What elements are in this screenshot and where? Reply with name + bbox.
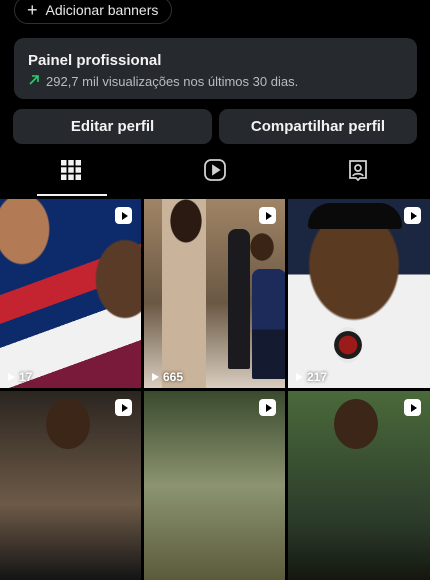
post-tile[interactable] <box>288 391 430 580</box>
views-count: 665 <box>152 370 183 384</box>
post-thumbnail <box>0 199 141 388</box>
play-icon <box>8 373 15 381</box>
grid-icon <box>60 159 82 186</box>
post-thumbnail <box>144 199 285 388</box>
play-icon <box>152 373 159 381</box>
tab-reels[interactable] <box>175 150 255 194</box>
active-tab-indicator <box>37 194 107 196</box>
reel-icon <box>404 399 421 416</box>
plus-icon: + <box>27 0 38 20</box>
reels-icon <box>203 158 227 187</box>
reel-icon <box>115 207 132 224</box>
professional-dashboard-title: Painel profissional <box>28 52 162 69</box>
views-summary-text: 292,7 mil visualizações nos últimos 30 d… <box>46 74 299 89</box>
add-banners-label: Adicionar banners <box>45 2 159 18</box>
post-thumbnail <box>0 391 141 580</box>
share-profile-button[interactable]: Compartilhar perfil <box>219 109 417 144</box>
post-tile[interactable]: 217 <box>288 199 430 388</box>
trending-up-icon <box>28 74 40 89</box>
reel-icon <box>259 399 276 416</box>
views-count: 17 <box>8 370 32 384</box>
views-count: 217 <box>296 370 327 384</box>
post-tile[interactable] <box>144 391 285 580</box>
add-banners-button[interactable]: + Adicionar banners <box>14 0 172 24</box>
profile-tabs <box>0 150 430 196</box>
post-tile[interactable]: 17 <box>0 199 141 388</box>
post-thumbnail <box>144 391 285 580</box>
tab-grid[interactable] <box>31 150 111 194</box>
reel-icon <box>404 207 421 224</box>
professional-dashboard-stats: 292,7 mil visualizações nos últimos 30 d… <box>28 74 403 89</box>
play-icon <box>296 373 303 381</box>
tab-tagged[interactable] <box>318 150 398 194</box>
post-thumbnail <box>288 391 430 580</box>
post-thumbnail <box>288 199 430 388</box>
reel-icon <box>259 207 276 224</box>
edit-profile-button[interactable]: Editar perfil <box>13 109 212 144</box>
professional-dashboard-card[interactable]: Painel profissional 292,7 mil visualizaç… <box>14 38 417 99</box>
post-tile[interactable] <box>0 391 141 580</box>
post-tile[interactable]: 665 <box>144 199 285 388</box>
tagged-person-icon <box>346 158 370 187</box>
reel-icon <box>115 399 132 416</box>
